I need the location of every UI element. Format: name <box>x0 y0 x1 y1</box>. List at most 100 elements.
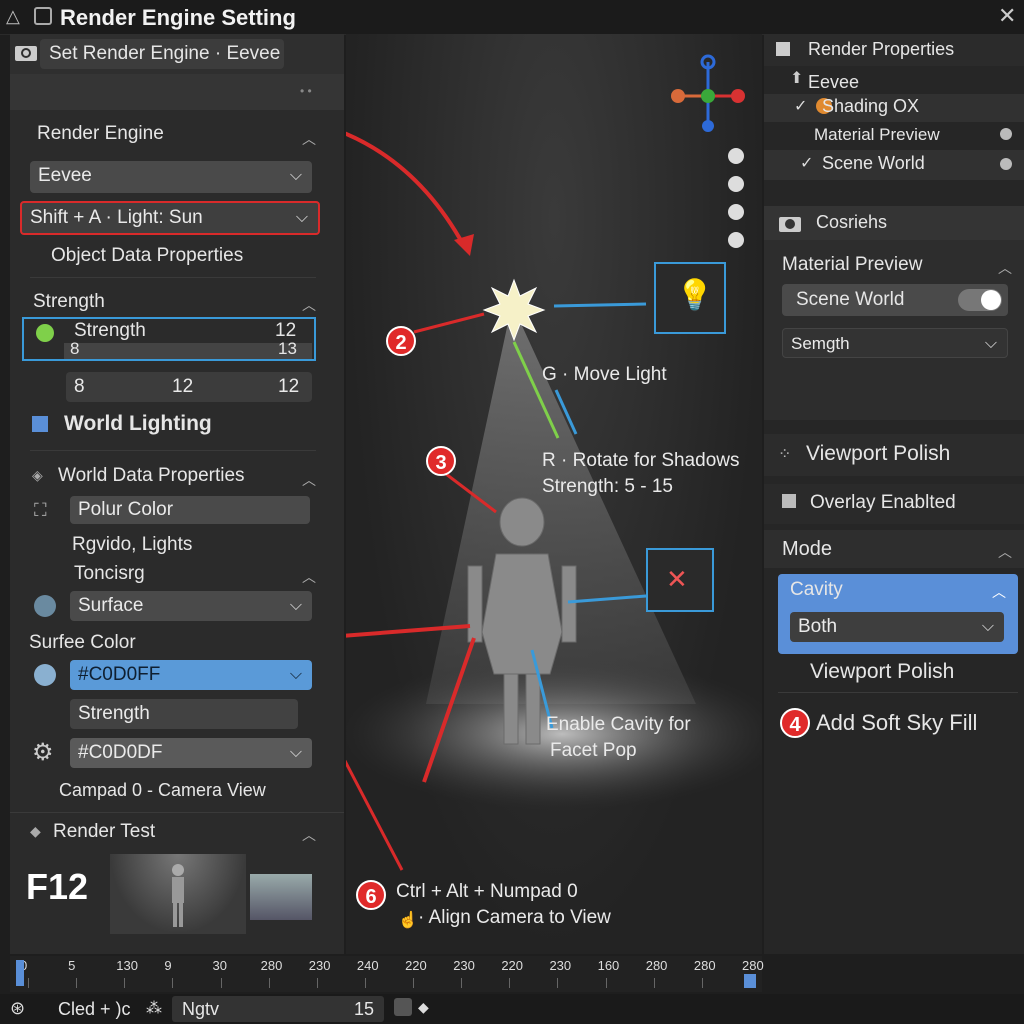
viewport-polish-label: Viewport Polish <box>810 660 955 683</box>
sun-light-icon[interactable] <box>482 278 546 342</box>
step-badge-4: 4 <box>780 708 810 738</box>
timeline-tick-mark <box>605 978 607 988</box>
polur-color-field[interactable]: Polur Color <box>70 496 310 524</box>
surfee-color-label: Surfee Color <box>29 632 136 653</box>
viewport-polish-title: Viewport Polish <box>806 442 951 465</box>
color-field-secondary[interactable]: #C0D0DF ⌵ <box>70 738 312 768</box>
cavity-label: Cavity <box>790 579 843 600</box>
world-data-icon: ◈ <box>32 467 43 483</box>
hand-icon: ☝ <box>398 912 418 929</box>
check-icon: ✓ <box>800 155 814 172</box>
brush-box: ✕ <box>646 548 714 612</box>
radio-indicator[interactable] <box>1000 158 1012 170</box>
close-icon[interactable]: ✕ <box>998 3 1016 29</box>
light-bulb-icon <box>36 324 54 342</box>
semgth-dropdown[interactable]: Semgth ⌵ <box>782 328 1008 358</box>
scene-world-row[interactable]: ✓ Scene World <box>764 150 1024 180</box>
surface-dropdown[interactable]: Surface ⌵ <box>70 591 312 621</box>
timeline-tick: 160 <box>597 958 620 973</box>
world-preview-thumbnail[interactable] <box>250 874 312 920</box>
collapse-icon[interactable]: ︿ <box>302 470 316 490</box>
mode-header: Mode ︿ <box>764 530 1024 568</box>
scene-world-toggle[interactable] <box>958 289 1002 311</box>
more-icon[interactable]: • • <box>300 84 312 98</box>
sphere-icon <box>34 595 56 617</box>
timeline-tick: 240 <box>356 958 379 973</box>
engine-selector[interactable]: Set Render Engine · Eevee <box>40 39 284 69</box>
engine-selector-label: Set Render Engine · Eevee <box>49 43 281 64</box>
playhead[interactable] <box>16 960 24 986</box>
strength-dropdown[interactable]: Strength <box>70 699 298 729</box>
timeline-tick: 230 <box>308 958 331 973</box>
material-preview-label[interactable]: Material Preview <box>814 125 940 145</box>
end-marker[interactable] <box>744 974 756 988</box>
collapse-icon[interactable]: ︿ <box>302 295 316 315</box>
settings-icon[interactable] <box>34 7 52 25</box>
timeline-ruler[interactable]: 0513093028023024022023022023016028028028… <box>10 956 764 992</box>
value-c: 12 <box>278 376 300 397</box>
chevron-up-icon[interactable]: ︿ <box>992 582 1006 602</box>
engine-dropdown[interactable]: Eevee ⌵ <box>30 161 312 193</box>
shading-label: Shading OX <box>822 96 920 116</box>
scene-world-label: Scene World <box>822 153 925 173</box>
world-icon <box>32 416 48 432</box>
shading-row[interactable]: ✓ Shading OX <box>764 94 1024 122</box>
object-data-label: Object Data Properties <box>51 245 244 266</box>
timeline-tick: 230 <box>453 958 475 973</box>
slider-min: 8 <box>70 339 80 358</box>
timeline-tick: 230 <box>549 958 572 973</box>
radio-indicator[interactable] <box>1000 128 1012 140</box>
polur-color-value: Polur Color <box>78 499 174 520</box>
chevron-down-icon: ⌵ <box>289 597 302 614</box>
timeline-tick: 9 <box>164 958 172 973</box>
collapse-icon[interactable]: ︿ <box>998 542 1012 562</box>
status-ngtv: Ngtv <box>182 999 220 1019</box>
soft-sky-label: Add Soft Sky Fill <box>816 710 978 735</box>
strength-slider[interactable]: 8 13 <box>64 339 312 359</box>
render-preview-thumbnail[interactable] <box>110 854 246 934</box>
eevee-label[interactable]: Eevee <box>808 72 859 93</box>
engine-icon: ⬆ <box>790 70 804 87</box>
viewport-tools[interactable] <box>728 148 744 248</box>
nodes-icon: ⁂ <box>146 1000 162 1017</box>
collapse-icon[interactable]: ︿ <box>302 825 316 845</box>
timeline-tick-mark <box>557 978 559 988</box>
timeline-tick-mark <box>268 978 270 988</box>
status-bar: ⊛ Cled + )c ⁂ Ngtv 15 ◆ <box>0 994 1024 1024</box>
collapse-icon[interactable]: ︿ <box>302 567 316 587</box>
keyframe-icon[interactable] <box>394 998 412 1016</box>
light-bulb-icon: 💡 <box>676 279 714 312</box>
material-preview-title: Material Preview <box>782 254 923 275</box>
both-value: Both <box>798 616 838 637</box>
strength-row-label: Strength <box>74 320 146 341</box>
figure-preview <box>172 864 184 927</box>
gear-icon[interactable]: ⚙ <box>32 738 54 767</box>
color-field-primary[interactable]: #C0D0FF ⌵ <box>70 660 312 690</box>
timeline-tick-mark <box>701 978 703 988</box>
overlay-row[interactable]: Overlay Enablted <box>764 484 1024 524</box>
strength-values-row[interactable]: 8 12 12 <box>66 372 312 402</box>
timeline-tick: 30 <box>212 958 227 973</box>
timeline-tick: 280 <box>645 958 668 973</box>
collapse-icon[interactable]: ︿ <box>302 129 316 149</box>
status-cled: Cled + )c <box>58 999 131 1019</box>
status-field[interactable]: Ngtv 15 <box>172 996 384 1022</box>
timeline-tick-mark <box>364 978 366 988</box>
collapse-icon[interactable]: ︿ <box>998 258 1012 278</box>
cavity-panel[interactable]: Cavity ︿ Both ⌵ <box>778 574 1018 654</box>
render-properties-panel: Render Properties ⬆ Eevee ✓ Shading OX M… <box>764 34 1024 954</box>
light-command-field[interactable]: Shift + A · Light: Sun ⌵ <box>20 201 320 235</box>
title-bar: △ Render Engine Setting ✕ <box>0 0 1024 35</box>
color-value-secondary: #C0D0DF <box>78 742 163 763</box>
timeline-tick-mark <box>76 978 78 988</box>
scene-world-toggle-label: Scene World <box>796 289 905 310</box>
navigation-gizmo[interactable] <box>671 54 745 132</box>
timeline-tick-mark <box>509 978 511 988</box>
divider <box>10 812 344 813</box>
scene-world-toggle-row[interactable]: Scene World <box>782 284 1008 316</box>
cavity-label-2: Facet Pop <box>550 740 637 761</box>
timeline[interactable]: 0513093028023024022023022023016028028028… <box>10 956 764 992</box>
3d-viewport[interactable]: 💡 ✕ G · Move Light R · Rotate for Shadow… <box>346 34 762 954</box>
diamond-icon[interactable]: ◆ <box>418 999 429 1016</box>
both-dropdown[interactable]: Both ⌵ <box>790 612 1004 642</box>
